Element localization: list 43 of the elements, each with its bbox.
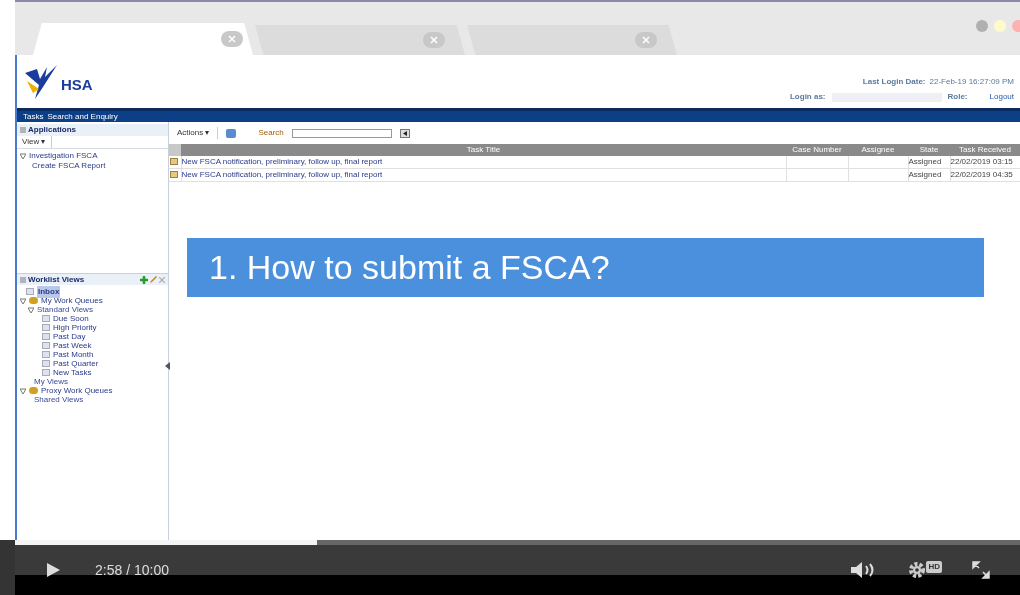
last-login-value: 22-Feb-19 16:27:09 PM — [929, 76, 1014, 88]
pencil-icon[interactable] — [150, 276, 157, 283]
nav-link[interactable]: Search and Enquiry — [47, 110, 118, 123]
list-icon — [26, 288, 34, 295]
delete-icon[interactable] — [159, 276, 165, 283]
close-icon[interactable] — [635, 32, 657, 48]
table-cell: Assigned — [908, 156, 950, 169]
play-icon[interactable] — [45, 562, 61, 578]
tree-item[interactable]: Create FSCA Report — [32, 160, 106, 172]
table-cell: Assigned — [908, 168, 950, 182]
fullscreen-icon[interactable] — [972, 561, 990, 579]
search-label: Search — [258, 127, 284, 139]
actions-button[interactable]: Actions ▾ — [177, 127, 219, 139]
progress-track[interactable] — [15, 540, 1020, 545]
add-icon[interactable] — [140, 275, 148, 284]
close-icon[interactable] — [221, 31, 243, 47]
time-display: 2:58 / 10:00 — [95, 560, 169, 580]
logo-text: HSA — [61, 75, 93, 95]
panel-title: Applications — [28, 124, 76, 136]
table-cell: 22/02/2019 03:15 — [950, 156, 1020, 169]
search-go-icon[interactable] — [399, 128, 410, 138]
nav-link[interactable]: Tasks — [23, 110, 44, 123]
copy-icon[interactable] — [226, 128, 237, 138]
logout-link[interactable]: Logout — [989, 91, 1014, 103]
table-cell[interactable]: New FSCA notification, preliminary, follow up, final report — [181, 168, 786, 182]
panel-title: Worklist Views — [28, 273, 85, 286]
view-button[interactable]: View ▾ — [20, 136, 53, 148]
title-banner: 1. How to submit a FSCA? — [187, 238, 984, 297]
search-field[interactable] — [291, 128, 392, 138]
close-icon[interactable] — [423, 32, 445, 48]
settings-icon[interactable] — [908, 561, 927, 579]
last-login-label: Last Login Date: — [862, 76, 926, 88]
expander-icon[interactable] — [20, 153, 26, 159]
collapse-icon[interactable] — [20, 276, 26, 283]
expander-icon[interactable] — [20, 387, 26, 394]
splitter-handle-icon[interactable] — [165, 362, 170, 370]
table-cell: 22/02/2019 04:35 — [950, 168, 1020, 182]
hd-badge: HD — [926, 561, 942, 573]
tree-item[interactable]: Investigation FSCA — [29, 150, 98, 162]
login-as-label: Login as: — [789, 91, 826, 103]
role-label: Role: — [947, 91, 968, 103]
tree-item[interactable]: Inbox — [37, 285, 61, 298]
table-cell[interactable]: New FSCA notification, preliminary, follow up, final report — [181, 156, 786, 169]
